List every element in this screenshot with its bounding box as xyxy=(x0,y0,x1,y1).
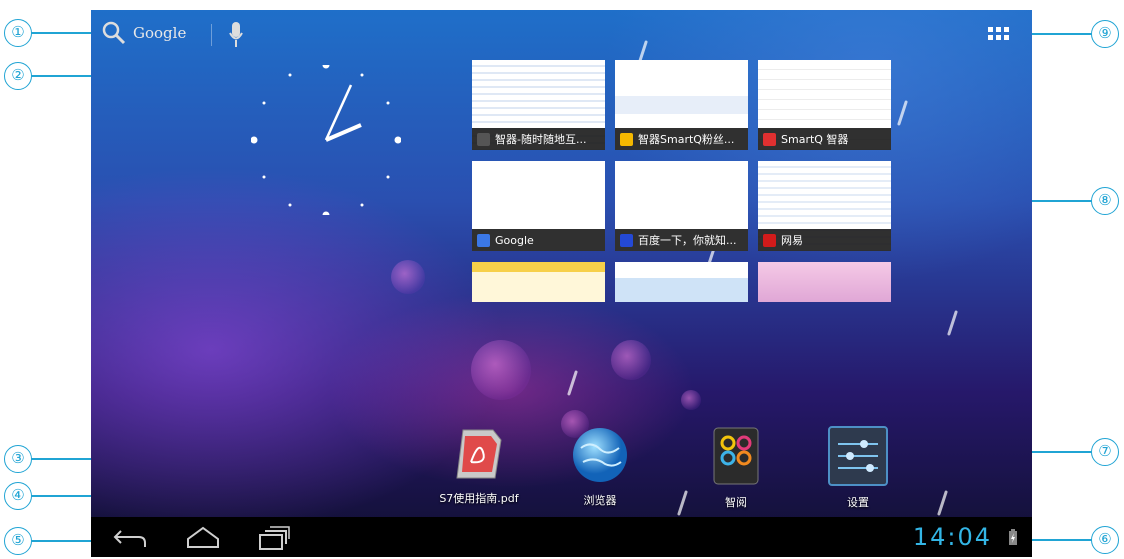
callout-5: ⑤ xyxy=(4,527,32,555)
shortcut-label: 智阅 xyxy=(725,496,747,509)
callout-1: ① xyxy=(4,19,32,47)
app-favicon-icon xyxy=(620,132,633,146)
recent-app-title: 网易 xyxy=(781,234,803,247)
pdf-reader-icon xyxy=(456,429,502,479)
system-bar: 14:04 xyxy=(91,517,1032,557)
status-time[interactable]: 14:04 xyxy=(913,523,992,551)
callout-7: ⑦ xyxy=(1091,438,1119,466)
recent-apps-icon[interactable] xyxy=(258,525,290,551)
all-apps-grid-icon[interactable] xyxy=(987,25,1011,45)
app-favicon-icon xyxy=(763,132,776,146)
google-label: Google xyxy=(133,24,187,42)
callout-6: ⑥ xyxy=(1091,526,1119,554)
shortcut-label: 设置 xyxy=(847,496,869,509)
recent-app-thumbnail[interactable] xyxy=(615,262,748,302)
callout-9: ⑨ xyxy=(1091,20,1119,48)
recent-app-thumbnail[interactable]: 网易 xyxy=(758,161,891,251)
microphone-icon[interactable] xyxy=(228,20,244,50)
app-favicon-icon xyxy=(763,233,776,247)
recent-app-thumbnail[interactable]: 智器-随时随地互... xyxy=(472,60,605,150)
shortcut-reader[interactable]: 智阅 xyxy=(691,426,781,510)
recent-app-title: 智器SmartQ粉丝... xyxy=(638,133,735,146)
recent-app-title: SmartQ 智器 xyxy=(781,133,849,146)
home-icon[interactable] xyxy=(185,525,221,549)
shortcut-label: 浏览器 xyxy=(583,494,617,507)
back-icon[interactable] xyxy=(111,527,147,549)
recent-app-thumbnail[interactable] xyxy=(758,262,891,302)
recent-app-thumbnail[interactable]: 百度一下，你就知... xyxy=(615,161,748,251)
app-favicon-icon xyxy=(477,233,490,247)
shortcut-label: S7使用指南.pdf xyxy=(439,492,519,505)
recent-app-title: 百度一下，你就知... xyxy=(638,234,737,247)
settings-sliders-icon xyxy=(828,426,888,486)
home-screen: Google 智器-随时随地互... 智器SmartQ粉丝... SmartQ … xyxy=(91,10,1032,557)
recent-app-title: Google xyxy=(495,233,534,247)
browser-globe-icon xyxy=(573,428,627,482)
callout-4: ④ xyxy=(4,482,32,510)
reader-book-icon xyxy=(713,427,759,485)
callout-2: ② xyxy=(4,62,32,90)
recent-app-thumbnail[interactable]: 智器SmartQ粉丝... xyxy=(615,60,748,150)
google-search-bar[interactable]: Google xyxy=(101,20,186,46)
recent-app-title: 智器-随时随地互... xyxy=(495,133,587,146)
callout-3: ③ xyxy=(4,445,32,473)
search-icon xyxy=(102,21,126,45)
shortcut-browser[interactable]: 浏览器 xyxy=(555,426,645,508)
shortcut-settings[interactable]: 设置 xyxy=(813,426,903,510)
analog-clock-widget[interactable] xyxy=(251,65,401,215)
battery-charging-icon[interactable] xyxy=(1008,528,1018,546)
callout-8: ⑧ xyxy=(1091,187,1119,215)
recent-app-thumbnail[interactable]: SmartQ 智器 xyxy=(758,60,891,150)
app-favicon-icon xyxy=(620,233,633,247)
recent-app-thumbnail[interactable]: Google xyxy=(472,161,605,251)
search-divider xyxy=(211,24,212,46)
recent-app-thumbnail[interactable] xyxy=(472,262,605,302)
shortcut-pdf-guide[interactable]: S7使用指南.pdf xyxy=(434,426,524,506)
app-favicon-icon xyxy=(477,132,490,146)
